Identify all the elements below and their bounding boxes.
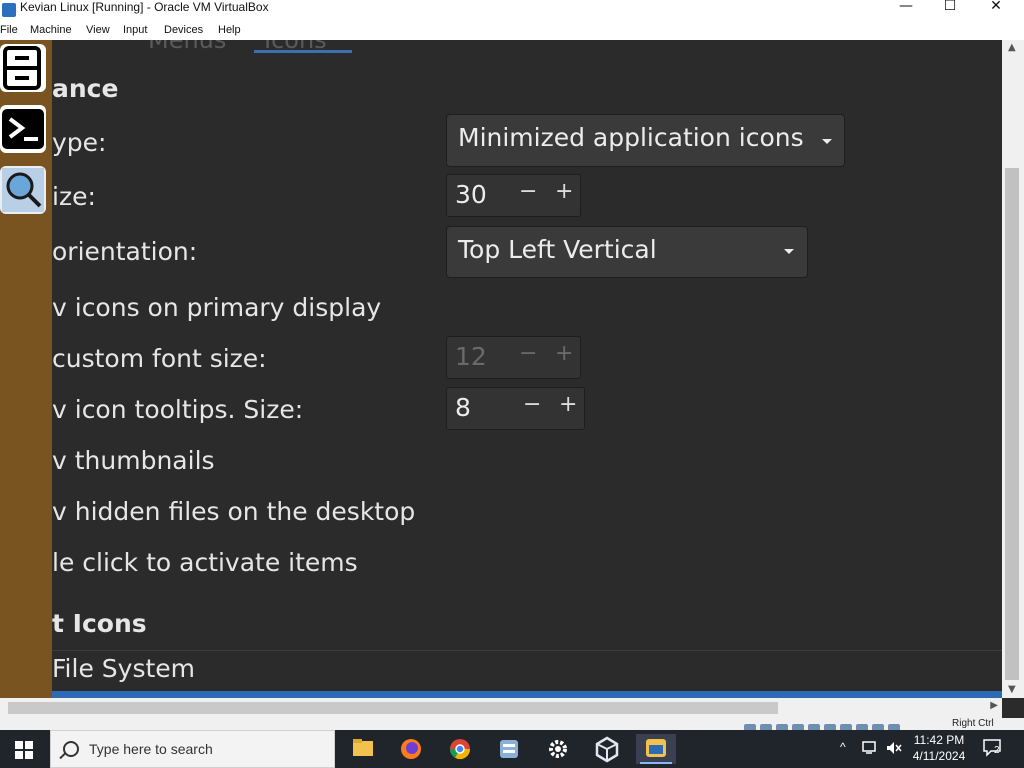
selection-bar (52, 691, 1002, 698)
size-value: 30 (455, 180, 487, 209)
file-explorer-icon[interactable] (342, 734, 382, 764)
search-icon[interactable] (0, 166, 46, 214)
horizontal-scroll-thumb[interactable] (8, 702, 778, 714)
custom-font-increment-button: + (555, 341, 574, 366)
tooltips-size-value: 8 (455, 393, 471, 422)
vertical-scroll-thumb[interactable] (1005, 168, 1019, 680)
custom-font-value: 12 (455, 342, 487, 371)
chevron-down-icon (784, 249, 794, 254)
settings-tabs: Menus Icons (0, 40, 1002, 54)
vertical-scrollbar[interactable]: ▲ ▼ (1002, 40, 1024, 698)
orientation-dropdown[interactable]: Top Left Vertical (446, 226, 808, 278)
vm-statusbar: Right Ctrl (0, 718, 1024, 734)
search-icon (63, 741, 79, 757)
size-spinner[interactable]: 30 − + (446, 174, 581, 217)
chevron-down-icon (822, 139, 832, 144)
orientation-dropdown-value: Top Left Vertical (458, 235, 657, 264)
vm-menubar: File Machine View Input Devices Help (0, 22, 1024, 40)
search-placeholder: Type here to search (89, 741, 213, 757)
menu-file[interactable]: File (0, 24, 18, 36)
menu-devices[interactable]: Devices (164, 24, 203, 36)
app-icon[interactable] (489, 734, 529, 764)
device-status-icons[interactable] (744, 719, 944, 734)
section-default-icons-title: t Icons (52, 609, 147, 638)
guest-screen: Menus Icons ance ype: Minimized applicat… (0, 40, 1002, 698)
section-appearance-title: ance (52, 74, 119, 103)
hidden-files-label[interactable]: v hidden files on the desktop (52, 497, 415, 526)
menu-machine[interactable]: Machine (30, 24, 72, 36)
minimize-button[interactable]: — (886, 0, 926, 14)
scroll-down-icon[interactable]: ▼ (1008, 684, 1016, 695)
window-title: Kevian Linux [Running] - Oracle VM Virtu… (20, 0, 269, 14)
tab-menus[interactable]: Menus (148, 40, 226, 54)
launcher-panel (0, 40, 52, 698)
custom-font-spinner: 12 − + (446, 336, 581, 379)
type-dropdown[interactable]: Minimized application icons (446, 114, 845, 167)
scroll-up-icon[interactable]: ▲ (1008, 42, 1016, 53)
custom-font-decrement-button: − (519, 341, 538, 366)
clock-date: 4/11/2024 (912, 749, 966, 763)
active-tab-indicator (254, 50, 352, 53)
size-label: ize: (52, 182, 96, 211)
tooltips-decrement-button[interactable]: − (523, 392, 541, 417)
notification-count: 2 (994, 745, 1000, 756)
single-click-label[interactable]: le click to activate items (52, 548, 358, 577)
notification-center-icon[interactable]: 2 (983, 739, 1003, 757)
tooltips-increment-button[interactable]: + (559, 392, 577, 417)
primary-display-label[interactable]: v icons on primary display (52, 293, 381, 322)
windows-taskbar: Type here to search ^ 11:42 PM 4/11/2024… (0, 730, 1024, 768)
virtualbox-app-icon[interactable] (587, 734, 627, 764)
terminal-icon[interactable] (0, 105, 46, 153)
host-key-label: Right Ctrl (952, 718, 994, 729)
windows-start-icon[interactable] (15, 741, 33, 759)
window-titlebar: Kevian Linux [Running] - Oracle VM Virtu… (0, 0, 1024, 22)
chrome-icon[interactable] (440, 734, 480, 764)
settings-gear-icon[interactable] (538, 734, 578, 764)
menu-view[interactable]: View (86, 24, 110, 36)
size-increment-button[interactable]: + (555, 179, 573, 204)
network-tray-icon[interactable] (862, 741, 878, 755)
active-app-indicator (640, 762, 672, 764)
tooltips-label[interactable]: v icon tooltips. Size: (52, 395, 303, 424)
virtualbox-icon (2, 3, 16, 17)
type-dropdown-value: Minimized application icons (458, 123, 804, 152)
virtualbox-vm-window-icon[interactable] (636, 734, 676, 764)
menu-input[interactable]: Input (123, 24, 147, 36)
menu-help[interactable]: Help (218, 24, 241, 36)
divider (50, 650, 1002, 651)
size-decrement-button[interactable]: − (519, 179, 537, 204)
clock-time: 11:42 PM (913, 733, 965, 747)
volume-muted-icon[interactable] (886, 741, 902, 755)
close-button[interactable]: ✕ (976, 0, 1016, 14)
tooltips-size-spinner[interactable]: 8 − + (446, 387, 585, 430)
taskbar-search-input[interactable]: Type here to search (50, 730, 335, 768)
horizontal-scrollbar[interactable]: ▶ (0, 698, 1002, 718)
orientation-label: orientation: (52, 237, 198, 266)
file-system-item[interactable]: File System (52, 654, 195, 683)
show-hidden-icons-icon[interactable]: ^ (840, 740, 846, 754)
thumbnails-label[interactable]: v thumbnails (52, 446, 215, 475)
firefox-icon[interactable] (391, 734, 431, 764)
custom-font-label[interactable]: custom font size: (52, 344, 267, 373)
type-label: ype: (52, 128, 107, 157)
maximize-button[interactable]: ☐ (930, 0, 970, 14)
taskbar-clock[interactable]: 11:42 PM 4/11/2024 (906, 732, 972, 764)
file-cabinet-icon[interactable] (0, 44, 46, 92)
scroll-right-icon[interactable]: ▶ (990, 700, 998, 711)
